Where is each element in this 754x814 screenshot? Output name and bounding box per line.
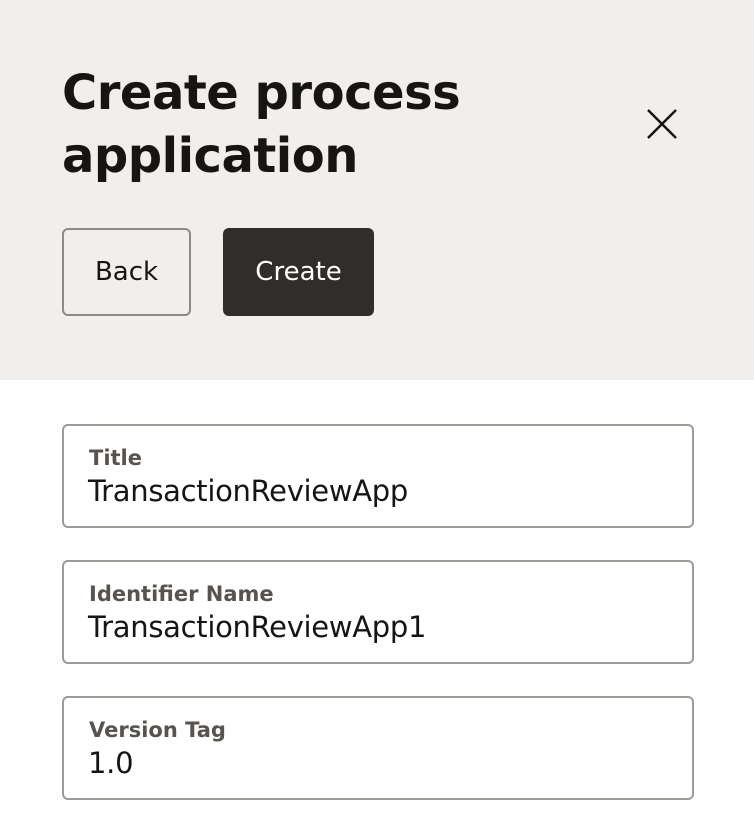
version-tag-field-value[interactable]: 1.0 <box>88 746 134 780</box>
title-field-label: Title <box>89 446 143 470</box>
back-button[interactable]: Back <box>62 228 191 316</box>
create-button[interactable]: Create <box>223 228 374 316</box>
identifier-name-field-label: Identifier Name <box>89 582 274 606</box>
close-icon <box>647 109 677 139</box>
close-button[interactable] <box>640 102 684 146</box>
dialog-title: Create process application <box>62 65 461 184</box>
identifier-name-field-value[interactable]: TransactionReviewApp1 <box>88 610 426 644</box>
identifier-name-field[interactable]: Identifier Name TransactionReviewApp1 <box>62 560 694 664</box>
title-field[interactable]: Title TransactionReviewApp <box>62 424 694 528</box>
version-tag-field[interactable]: Version Tag 1.0 <box>62 696 694 800</box>
version-tag-field-label: Version Tag <box>89 718 226 742</box>
title-field-value[interactable]: TransactionReviewApp <box>88 474 408 508</box>
dialog-header: Create process application Back Create <box>0 0 754 380</box>
